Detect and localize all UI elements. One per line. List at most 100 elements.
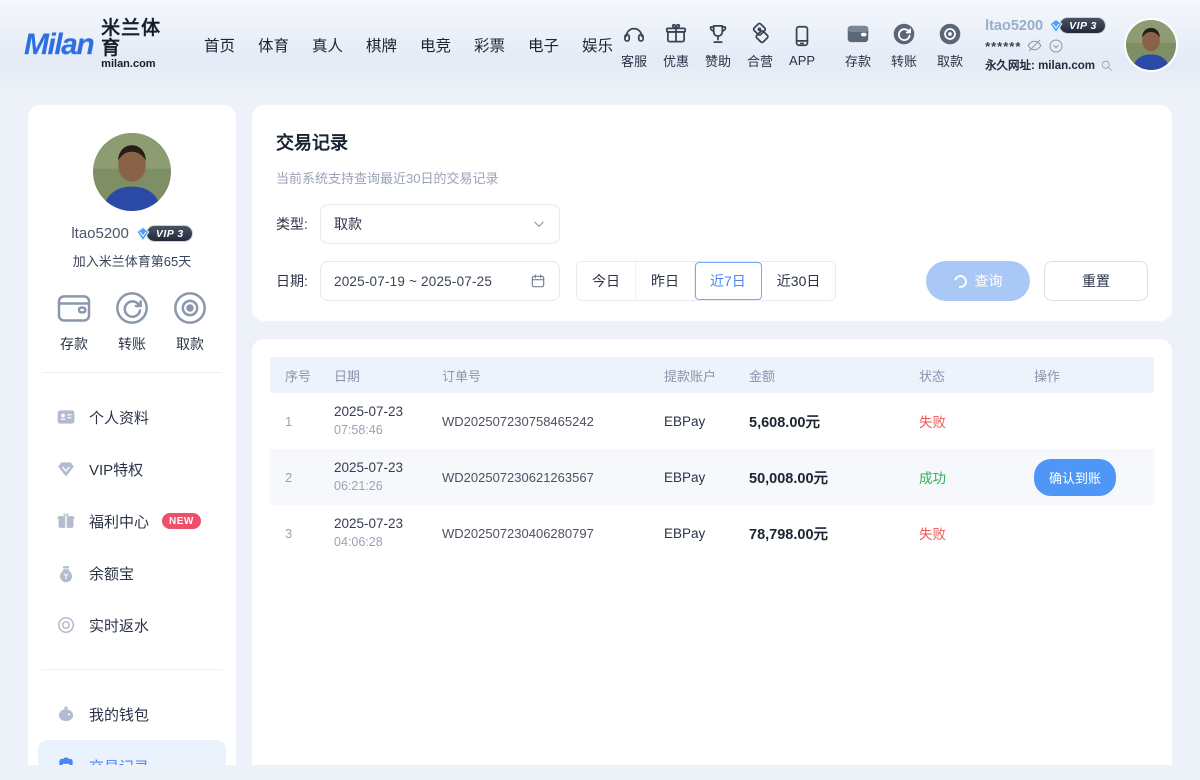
vip-level-text: VIP 3 xyxy=(1059,17,1106,34)
deposit-wallet-icon xyxy=(54,288,94,328)
range-today-button[interactable]: 今日 xyxy=(577,262,636,300)
sidebar-item-yuebao[interactable]: 余额宝 xyxy=(38,547,226,599)
site-logo[interactable]: Milan 米兰体育 milan.com xyxy=(24,19,180,70)
action-promo[interactable]: 优惠 xyxy=(655,21,697,70)
money-bag-icon xyxy=(56,563,76,583)
time-text: 06:21:26 xyxy=(334,478,434,495)
action-label: 赞助 xyxy=(705,51,731,70)
phone-icon xyxy=(789,23,815,49)
page-title: 交易记录 xyxy=(276,129,1148,155)
action-withdraw[interactable]: 取款 xyxy=(929,21,971,70)
header-status: 状态 xyxy=(915,357,1030,393)
id-card-icon xyxy=(56,407,76,427)
menu-label: 福利中心 xyxy=(89,511,149,532)
menu-label: 余额宝 xyxy=(89,563,134,584)
transfer-icon xyxy=(112,288,152,328)
profile-avatar[interactable] xyxy=(93,133,171,211)
cell-order-no: WD202507230758465242 xyxy=(438,393,660,449)
profile-username: ltao5200 xyxy=(71,225,129,242)
date-range-value: 2025-07-19 ~ 2025-07-25 xyxy=(334,274,492,289)
sidebar-item-welfare[interactable]: 福利中心 NEW xyxy=(38,495,226,547)
table-header-row: 序号 日期 订单号 提款账户 金额 状态 操作 xyxy=(270,357,1154,393)
divider xyxy=(42,372,222,373)
action-sponsor[interactable]: 赞助 xyxy=(697,21,739,70)
vip-diamond-icon xyxy=(135,226,151,242)
header-amount: 金额 xyxy=(745,357,915,393)
sidebar: ltao5200 VIP 3 加入米兰体育第65天 存款 xyxy=(28,105,236,765)
range-yesterday-button[interactable]: 昨日 xyxy=(636,262,695,300)
table-row: 1 2025-07-23 07:58:46 WD2025072307584652… xyxy=(270,393,1154,449)
topbar: Milan 米兰体育 milan.com 首页 体育 真人 棋牌 电竞 彩票 电… xyxy=(0,0,1200,90)
cell-action: 确认到账 xyxy=(1030,449,1154,505)
nav-item-entertainment[interactable]: 娱乐 xyxy=(582,34,613,56)
main-column: 交易记录 当前系统支持查询最近30日的交易记录 类型: 取款 日期: 2025-… xyxy=(252,105,1172,765)
sidebar-item-wallet[interactable]: 我的钱包 xyxy=(38,688,226,740)
action-label: 转账 xyxy=(891,51,917,70)
cell-action xyxy=(1030,505,1154,561)
cell-account: EBPay xyxy=(660,393,745,449)
type-filter-row: 类型: 取款 xyxy=(276,204,1148,244)
sidebar-item-vip[interactable]: VIP特权 xyxy=(38,443,226,495)
action-app[interactable]: APP xyxy=(781,23,823,68)
date-range-input[interactable]: 2025-07-19 ~ 2025-07-25 xyxy=(320,261,560,301)
action-deposit[interactable]: 存款 xyxy=(837,21,879,70)
reset-button[interactable]: 重置 xyxy=(1044,261,1148,301)
date-label: 日期: xyxy=(276,271,320,291)
nav-item-esports[interactable]: 电竞 xyxy=(420,34,451,56)
quick-label: 转账 xyxy=(118,334,146,354)
nav-item-lottery[interactable]: 彩票 xyxy=(474,34,505,56)
type-select[interactable]: 取款 xyxy=(320,204,560,244)
header-account: 提款账户 xyxy=(660,357,745,393)
refresh-circle-icon[interactable] xyxy=(1048,38,1064,54)
cell-amount: 50,008.00元 xyxy=(745,449,915,505)
withdraw-icon xyxy=(937,21,963,47)
sidebar-item-transactions[interactable]: 交易记录 xyxy=(38,740,226,765)
query-button[interactable]: 查询 xyxy=(926,261,1030,301)
eye-off-icon[interactable] xyxy=(1026,37,1043,54)
gift-icon xyxy=(663,21,689,47)
action-label: 合营 xyxy=(747,51,773,70)
header-action: 操作 xyxy=(1030,357,1154,393)
filter-buttons: 查询 重置 xyxy=(926,261,1148,301)
nav-item-slots[interactable]: 电子 xyxy=(528,34,559,56)
action-transfer[interactable]: 转账 xyxy=(883,21,925,70)
divider xyxy=(42,669,222,670)
confirm-receipt-button[interactable]: 确认到账 xyxy=(1034,459,1116,496)
date-text: 2025-07-23 xyxy=(334,403,434,421)
menu-label: 交易记录 xyxy=(89,756,149,766)
quick-transfer-button[interactable]: 转账 xyxy=(112,288,152,354)
calendar-icon xyxy=(530,273,546,289)
avatar-photo xyxy=(93,133,171,211)
username-text: ltao5200 xyxy=(985,18,1043,34)
site-url-text: 永久网址: milan.com xyxy=(985,57,1095,73)
action-label: 客服 xyxy=(621,51,647,70)
action-support[interactable]: 客服 xyxy=(613,21,655,70)
nav-item-sports[interactable]: 体育 xyxy=(258,34,289,56)
cell-date: 2025-07-23 06:21:26 xyxy=(330,449,438,505)
range-7days-button[interactable]: 近7日 xyxy=(695,262,762,300)
menu-label: 我的钱包 xyxy=(89,704,149,725)
page-subtitle: 当前系统支持查询最近30日的交易记录 xyxy=(276,168,1148,187)
new-badge: NEW xyxy=(162,513,201,529)
nav-item-live[interactable]: 真人 xyxy=(312,34,343,56)
table-row: 3 2025-07-23 04:06:28 WD2025072304062807… xyxy=(270,505,1154,561)
cell-index: 1 xyxy=(270,393,330,449)
quick-deposit-button[interactable]: 存款 xyxy=(54,288,94,354)
sidebar-item-rebate[interactable]: 实时返水 xyxy=(38,599,226,651)
header-order: 订单号 xyxy=(438,357,660,393)
header-no: 序号 xyxy=(270,357,330,393)
nav-item-home[interactable]: 首页 xyxy=(204,34,235,56)
main-nav: 首页 体育 真人 棋牌 电竞 彩票 电子 娱乐 xyxy=(204,34,613,56)
user-avatar[interactable] xyxy=(1126,20,1176,70)
nav-item-chess[interactable]: 棋牌 xyxy=(366,34,397,56)
sidebar-item-profile[interactable]: 个人资料 xyxy=(38,391,226,443)
user-info: ltao5200 VIP 3 ****** 永久网址: milan.com xyxy=(985,17,1116,73)
search-icon[interactable] xyxy=(1100,59,1113,72)
vip-level-text: VIP 3 xyxy=(146,225,193,242)
time-text: 07:58:46 xyxy=(334,422,434,439)
content-area: ltao5200 VIP 3 加入米兰体育第65天 存款 xyxy=(0,90,1200,765)
range-30days-button[interactable]: 近30日 xyxy=(762,262,836,300)
date-text: 2025-07-23 xyxy=(334,459,434,477)
action-partner[interactable]: 合营 xyxy=(739,21,781,70)
quick-withdraw-button[interactable]: 取款 xyxy=(170,288,210,354)
